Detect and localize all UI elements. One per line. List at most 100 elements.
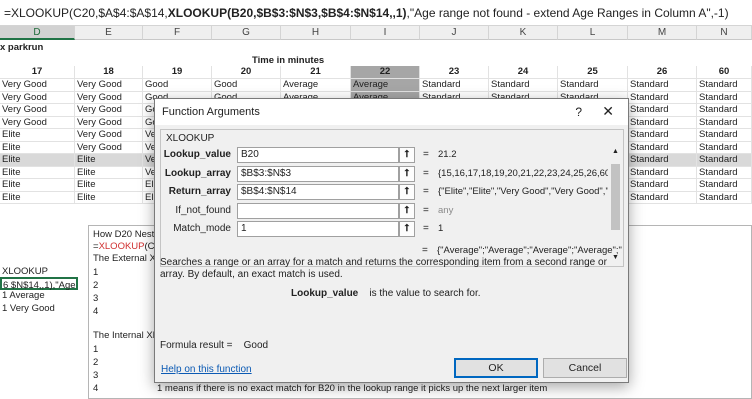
table-cell[interactable]: Very Good <box>75 141 143 154</box>
table-cell[interactable]: Standard <box>420 79 489 92</box>
function-arguments-dialog[interactable]: Function Arguments ? ✕ XLOOKUP Lookup_va… <box>154 98 629 383</box>
table-cell[interactable]: Very Good <box>0 116 75 129</box>
table-cell[interactable]: Elite <box>75 166 143 179</box>
column-header-j[interactable]: J <box>420 26 489 40</box>
table-cell[interactable]: Elite <box>0 141 75 154</box>
arg-input-return-array[interactable]: $B$4:$N$14 <box>237 184 399 200</box>
column-header-n[interactable]: N <box>697 26 752 40</box>
table-cell[interactable]: Elite <box>0 154 75 167</box>
table-cell[interactable]: Standard <box>697 129 752 142</box>
left-row-very-good[interactable]: 1 Very Good <box>0 303 86 316</box>
minute-header-cell[interactable]: 25 <box>558 66 628 79</box>
column-header-m[interactable]: M <box>628 26 697 40</box>
table-cell[interactable]: Standard <box>628 179 697 192</box>
table-cell[interactable]: Good <box>212 79 281 92</box>
collapse-dialog-icon[interactable]: ⭡ <box>399 202 415 219</box>
minute-header-cell[interactable]: 18 <box>75 66 143 79</box>
table-cell[interactable]: Very Good <box>75 79 143 92</box>
dialog-titlebar[interactable]: Function Arguments ? ✕ <box>155 99 628 125</box>
table-cell[interactable]: Standard <box>628 154 697 167</box>
minute-header-cell[interactable]: 26 <box>628 66 697 79</box>
table-cell[interactable]: Standard <box>628 166 697 179</box>
table-cell[interactable]: Standard <box>697 154 752 167</box>
table-cell[interactable]: Standard <box>628 116 697 129</box>
table-cell[interactable]: Elite <box>0 191 75 204</box>
function-name: XLOOKUP <box>166 133 215 144</box>
scroll-up-icon[interactable]: ▲ <box>611 148 620 155</box>
table-cell[interactable]: Standard <box>489 79 558 92</box>
arg-input-if-not-found[interactable] <box>237 202 399 219</box>
collapse-dialog-icon[interactable]: ⭡ <box>399 147 415 163</box>
minute-header-cell[interactable]: 23 <box>420 66 489 79</box>
column-header-f[interactable]: F <box>143 26 212 40</box>
table-cell[interactable]: Very Good <box>75 116 143 129</box>
table-cell[interactable]: Standard <box>697 116 752 129</box>
column-header-k[interactable]: K <box>489 26 558 40</box>
column-header-i[interactable]: I <box>351 26 420 40</box>
table-cell[interactable]: Very Good <box>75 91 143 104</box>
column-header-l[interactable]: L <box>558 26 628 40</box>
arg-input-lookup-array[interactable]: $B$3:$N$3 <box>237 165 399 182</box>
table-cell[interactable]: Very Good <box>75 104 143 117</box>
arg-result: any <box>438 204 454 216</box>
table-cell[interactable]: Elite <box>0 166 75 179</box>
minute-header-cell[interactable]: 17 <box>0 66 75 79</box>
collapse-dialog-icon[interactable]: ⭡ <box>399 221 415 237</box>
table-cell[interactable]: Standard <box>697 166 752 179</box>
table-cell[interactable]: Elite <box>75 179 143 192</box>
formula-bar[interactable]: =XLOOKUP(C20,$A$4:$A$14,XLOOKUP(B20,$B$3… <box>0 0 752 26</box>
table-cell[interactable]: Standard <box>697 141 752 154</box>
table-row: Very Good Very Good Good Good Average Average… <box>0 79 752 92</box>
table-cell[interactable]: Very Good <box>0 91 75 104</box>
arg-result: {"Elite","Elite","Very Good","Very Good"… <box>438 186 608 197</box>
column-header-e[interactable]: E <box>75 26 143 40</box>
table-cell[interactable]: Standard <box>628 141 697 154</box>
table-cell[interactable]: Elite <box>0 129 75 142</box>
formula-part-3: B20,$B$3:$N$3,$B$4:$N$14,,1) <box>231 6 407 20</box>
minute-header-cell[interactable]: 21 <box>281 66 351 79</box>
arg-label: If_not_found <box>175 204 231 216</box>
close-icon[interactable]: ✕ <box>602 103 614 120</box>
table-cell[interactable]: Elite <box>75 154 143 167</box>
table-cell[interactable]: Very Good <box>75 129 143 142</box>
left-row-average[interactable]: 1 Average <box>0 290 86 303</box>
cancel-button[interactable]: Cancel <box>543 358 627 378</box>
minute-header-cell[interactable]: 20 <box>212 66 281 79</box>
table-cell[interactable]: Standard <box>628 91 697 104</box>
table-cell[interactable]: Average <box>351 79 420 92</box>
column-header-d[interactable]: D <box>0 26 75 40</box>
arg-input-lookup-value[interactable]: B20 <box>237 147 399 163</box>
collapse-dialog-icon[interactable]: ⭡ <box>399 165 415 182</box>
collapse-dialog-icon[interactable]: ⭡ <box>399 184 415 200</box>
scroll-thumb[interactable] <box>611 164 620 230</box>
table-cell[interactable]: Elite <box>75 191 143 204</box>
table-cell[interactable]: Elite <box>0 179 75 192</box>
table-cell[interactable]: Good <box>143 79 212 92</box>
table-cell[interactable]: Standard <box>558 79 628 92</box>
column-header-h[interactable]: H <box>281 26 351 40</box>
help-icon[interactable]: ? <box>575 105 582 119</box>
table-cell[interactable]: Very Good <box>0 104 75 117</box>
table-cell[interactable]: Standard <box>628 191 697 204</box>
table-cell[interactable]: Standard <box>628 129 697 142</box>
help-on-function-link[interactable]: Help on this function <box>161 364 252 375</box>
table-cell[interactable]: Standard <box>697 79 752 92</box>
table-cell[interactable]: Standard <box>697 179 752 192</box>
sheet-title: x parkrun <box>0 42 44 53</box>
table-cell[interactable]: Very Good <box>0 79 75 92</box>
selected-cell[interactable]: 6 $N$14,,1),"Age <box>0 277 78 291</box>
minute-header-cell[interactable]: 24 <box>489 66 558 79</box>
table-cell[interactable]: Standard <box>697 104 752 117</box>
arg-input-match-mode[interactable]: 1 <box>237 221 399 237</box>
minute-header-cell[interactable]: 60 <box>697 66 752 79</box>
table-cell[interactable]: Standard <box>628 79 697 92</box>
minute-header-cell[interactable]: 19 <box>143 66 212 79</box>
table-cell[interactable]: Average <box>281 79 351 92</box>
minute-header-cell[interactable]: 22 <box>351 66 420 79</box>
ok-button[interactable]: OK <box>454 358 538 378</box>
textbox-line-1: How D20 Neste <box>93 229 160 240</box>
table-cell[interactable]: Standard <box>628 104 697 117</box>
table-cell[interactable]: Standard <box>697 191 752 204</box>
column-header-g[interactable]: G <box>212 26 281 40</box>
table-cell[interactable]: Standard <box>697 91 752 104</box>
